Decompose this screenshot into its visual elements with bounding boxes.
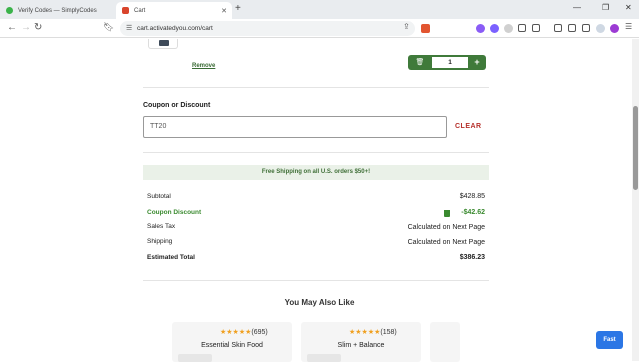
coupon-input[interactable]: TT20 <box>143 116 447 138</box>
clear-coupon-button[interactable]: CLEAR <box>455 123 482 130</box>
profile-avatar-icon[interactable] <box>610 24 619 33</box>
scrollbar[interactable] <box>632 39 639 361</box>
shipping-value: Calculated on Next Page <box>407 239 485 246</box>
remove-link[interactable]: Remove <box>192 63 215 69</box>
rating-stars: ★★★★★(158) <box>349 329 397 336</box>
browser-toolbar: ← → ↻ 🔖︎ ☰ cart.activatedyou.com/cart ⇪ … <box>0 19 639 38</box>
divider <box>143 87 489 88</box>
divider <box>143 280 489 281</box>
screenshot-icon[interactable] <box>532 24 540 32</box>
url-text: cart.activatedyou.com/cart <box>137 25 213 32</box>
tab-cart[interactable]: Cart ✕ <box>116 2 232 19</box>
free-shipping-banner: Free Shipping on all U.S. orders $50+! <box>143 165 489 180</box>
menu-icon[interactable]: ☰ <box>625 22 632 31</box>
browser-tab-bar: Verify Codes — SimplyCodes Cart ✕ + — ❐ … <box>0 0 639 19</box>
sidebar-icon[interactable] <box>554 24 562 32</box>
minimize-icon[interactable]: — <box>573 3 581 12</box>
product-card[interactable]: ★★★★★(695) Essential Skin Food <box>172 322 292 362</box>
forward-icon[interactable]: → <box>21 22 31 33</box>
product-card[interactable] <box>430 322 460 362</box>
product-name: Slim + Balance <box>337 342 385 349</box>
shipping-label: Shipping <box>147 238 173 245</box>
tab-title: Cart <box>134 7 146 14</box>
cart-item-image <box>148 39 178 49</box>
product-name: Essential Skin Food <box>201 342 263 349</box>
cart-favicon-icon <box>122 7 129 14</box>
simplycodes-favicon-icon <box>6 7 13 14</box>
close-window-icon[interactable]: ✕ <box>625 3 632 12</box>
coupon-title: Coupon or Discount <box>143 102 211 109</box>
back-icon[interactable]: ← <box>7 22 17 33</box>
scrollbar-thumb[interactable] <box>633 106 638 190</box>
trash-icon[interactable]: 🗑︎ <box>412 55 428 70</box>
increment-button[interactable]: + <box>470 55 484 70</box>
tab-title: Verify Codes — SimplyCodes <box>18 7 97 14</box>
restore-icon[interactable]: ❐ <box>602 3 609 12</box>
remove-discount-trash-icon[interactable] <box>444 210 450 217</box>
rating-stars: ★★★★★(695) <box>220 329 268 336</box>
address-bar[interactable]: ☰ cart.activatedyou.com/cart <box>120 21 415 36</box>
coupon-discount-value: -$42.62 <box>461 209 485 216</box>
wallet-icon[interactable] <box>568 24 576 32</box>
media-icon[interactable] <box>582 24 590 32</box>
cart-page: Remove 🗑︎ 1 + Coupon or Discount TT20 CL… <box>0 39 639 362</box>
subtotal-label: Subtotal <box>147 193 171 200</box>
extension-icon[interactable] <box>490 24 499 33</box>
sales-tax-label: Sales Tax <box>147 223 176 230</box>
subtotal-value: $428.85 <box>459 193 485 200</box>
reload-icon[interactable]: ↻ <box>34 22 42 33</box>
sales-tax-value: Calculated on Next Page <box>407 224 485 231</box>
quantity-input[interactable]: 1 <box>432 57 468 68</box>
estimated-total-value: $386.23 <box>459 254 485 261</box>
quantity-stepper: 🗑︎ 1 + <box>408 55 486 70</box>
site-info-icon[interactable]: ☰ <box>126 21 132 36</box>
fast-button[interactable]: Fast <box>596 331 623 349</box>
close-tab-icon[interactable]: ✕ <box>221 7 227 15</box>
product-card[interactable]: ★★★★★(158) Slim + Balance <box>301 322 421 362</box>
estimated-total-label: Estimated Total <box>147 254 195 261</box>
extension-icon[interactable] <box>476 24 485 33</box>
brave-shield-icon[interactable] <box>421 24 430 33</box>
product-jar-icon <box>159 40 169 46</box>
coupon-discount-label: Coupon Discount <box>147 209 202 216</box>
bookmark-icon[interactable]: 🔖︎ <box>103 22 114 33</box>
extension-icon[interactable] <box>504 24 513 33</box>
divider <box>143 152 489 153</box>
vpn-icon[interactable] <box>596 24 605 33</box>
tab-verify-codes[interactable]: Verify Codes — SimplyCodes <box>0 2 112 19</box>
plus-icon[interactable]: + <box>235 3 241 14</box>
share-icon[interactable]: ⇪ <box>403 22 410 31</box>
puzzle-icon[interactable] <box>518 24 526 32</box>
also-like-title: You May Also Like <box>284 298 355 307</box>
